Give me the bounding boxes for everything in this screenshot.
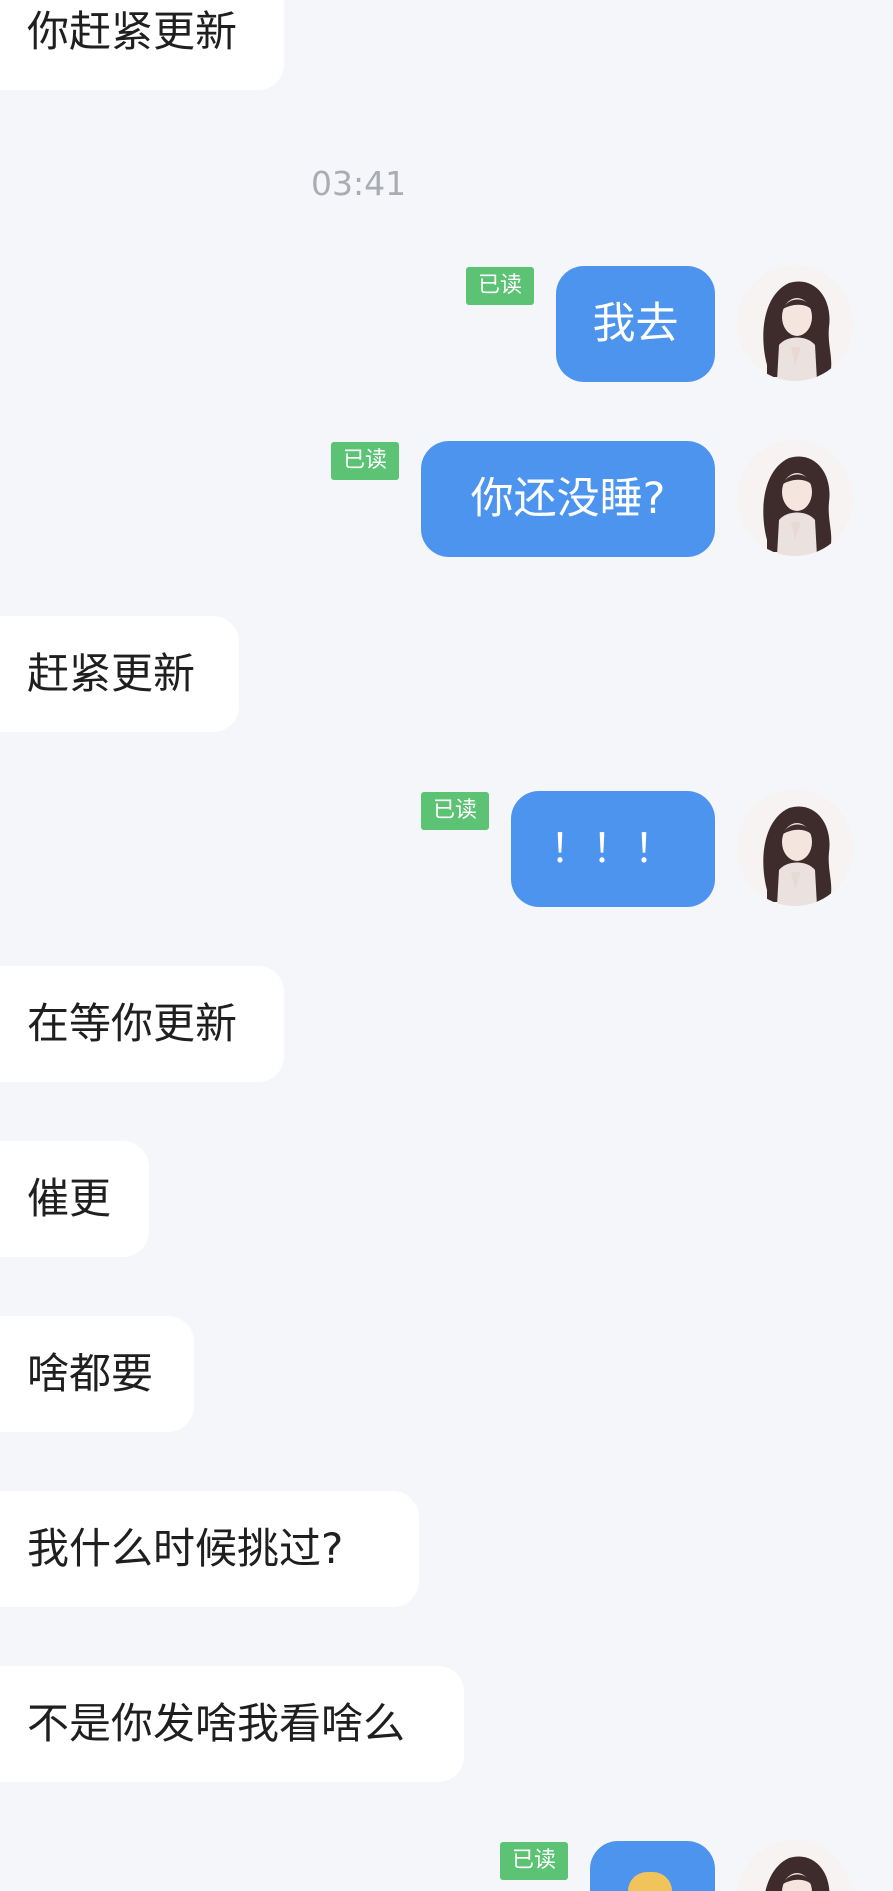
message-timestamp: 03:41 <box>311 164 407 203</box>
incoming-message-bubble[interactable]: 在等你更新 <box>0 966 284 1082</box>
user-avatar[interactable] <box>737 265 853 381</box>
message-text: 不是你发啥我看啥么 <box>27 1699 406 1748</box>
read-receipt-badge: 已读 <box>500 1842 568 1880</box>
message-text: 在等你更新 <box>27 999 238 1048</box>
user-avatar[interactable] <box>737 440 853 556</box>
user-avatar[interactable] <box>737 790 853 906</box>
girl-avatar-icon <box>737 440 853 556</box>
incoming-message-bubble[interactable]: 不是你发啥我看啥么 <box>0 1666 464 1782</box>
girl-avatar-icon <box>737 790 853 906</box>
message-text: ！！！ <box>550 826 676 872</box>
chat-message-list[interactable]: 你赶紧更新 03:41 已读 我去 已读 你还没睡? 赶紧更新 已读 ！！！ 在… <box>0 0 893 1891</box>
message-text: 你还没睡? <box>470 473 666 524</box>
girl-avatar-icon <box>737 1840 853 1891</box>
outgoing-message-bubble[interactable]: 你还没睡? <box>421 441 715 557</box>
message-text: 我去 <box>592 298 679 349</box>
message-text: 赶紧更新 <box>27 649 196 698</box>
incoming-message-bubble[interactable]: 我什么时候挑过? <box>0 1491 419 1607</box>
incoming-message-bubble[interactable]: 赶紧更新 <box>0 616 239 732</box>
outgoing-message-bubble[interactable]: ！！！ <box>511 791 715 907</box>
read-receipt-badge: 已读 <box>466 267 534 305</box>
message-text: 催更 <box>27 1174 112 1223</box>
incoming-message-bubble[interactable]: 啥都要 <box>0 1316 194 1432</box>
girl-avatar-icon <box>737 265 853 381</box>
outgoing-message-bubble[interactable]: 我去 <box>556 266 715 382</box>
message-text: 我什么时候挑过? <box>27 1524 344 1573</box>
read-receipt-badge: 已读 <box>331 442 399 480</box>
incoming-message-bubble[interactable]: 你赶紧更新 <box>0 0 284 90</box>
message-text: 啥都要 <box>27 1349 154 1398</box>
read-receipt-badge: 已读 <box>421 792 489 830</box>
incoming-message-bubble[interactable]: 催更 <box>0 1141 149 1257</box>
message-text: 你赶紧更新 <box>27 7 238 56</box>
user-avatar[interactable] <box>737 1840 853 1891</box>
